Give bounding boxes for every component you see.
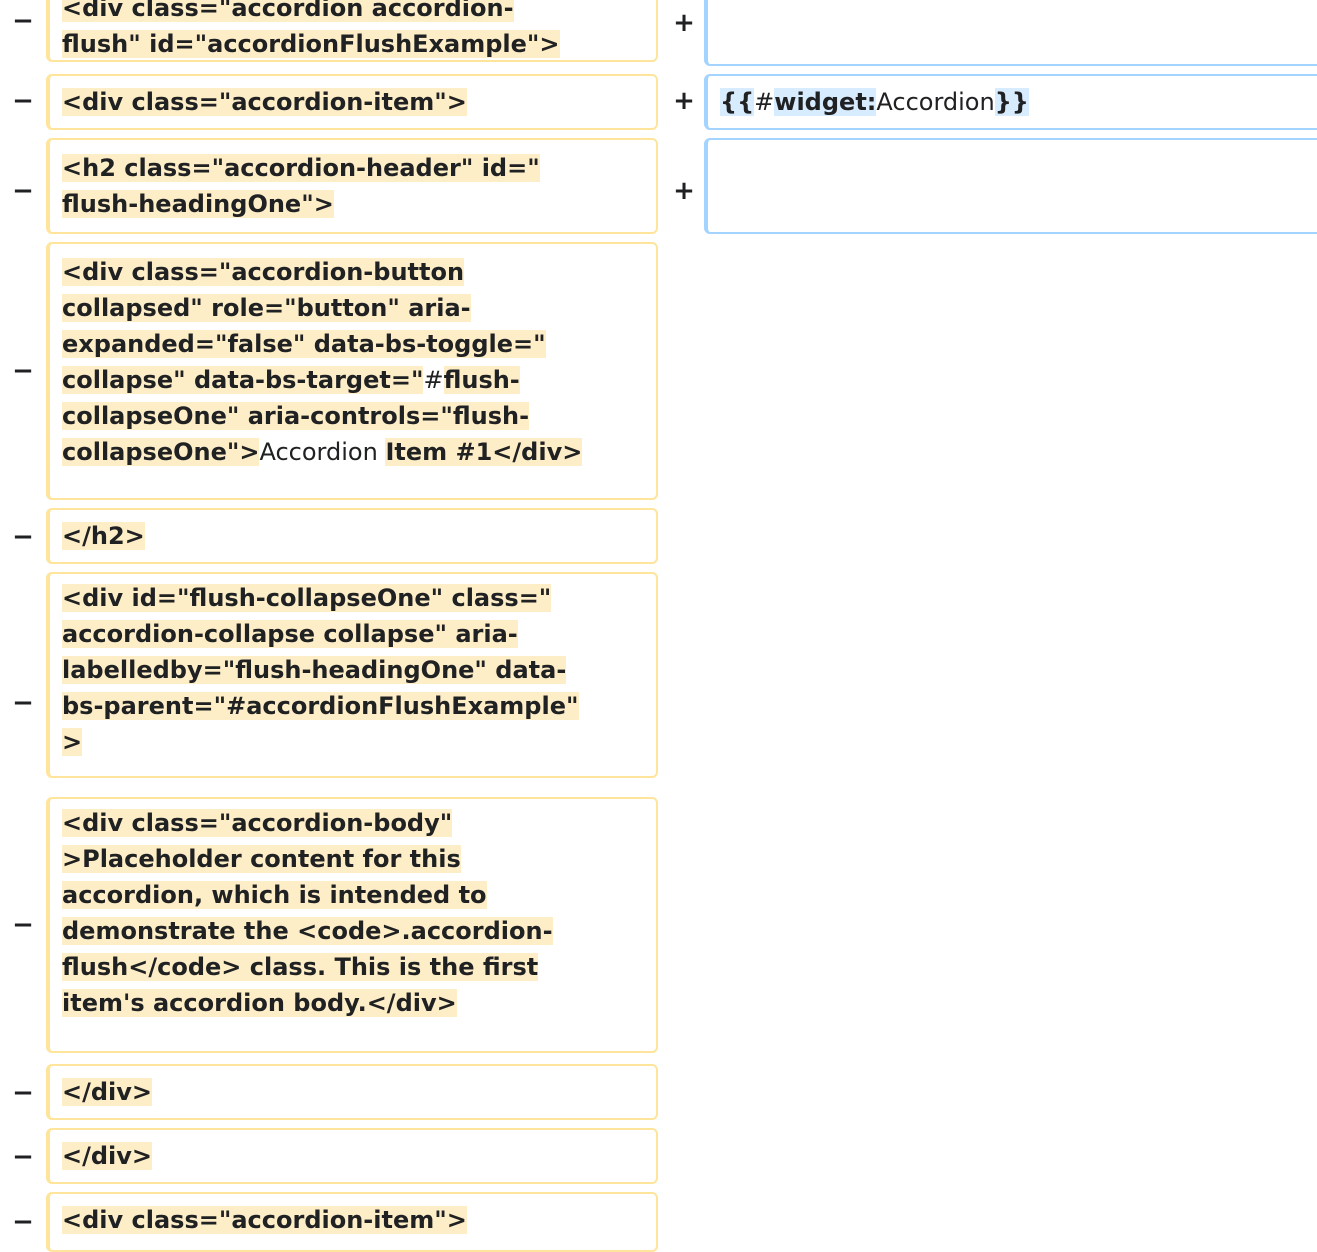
- plus-marker: +: [673, 8, 695, 38]
- line-text: <div class="accordion-button collapsed" …: [62, 254, 656, 470]
- deleted-line-4: <div class="accordion-button collapsed" …: [46, 242, 658, 500]
- line-text: <div class="accordion-body" >Placeholder…: [62, 805, 656, 1021]
- inserted-fragment: widget:: [774, 88, 877, 116]
- deleted-fragment: <div class="accordion accordion- flush" …: [62, 0, 560, 58]
- inserted-line-3: [704, 138, 1317, 234]
- plus-marker: +: [673, 176, 695, 206]
- minus-marker: −: [12, 1078, 34, 1108]
- line-text: <h2 class="accordion-header" id=" flush-…: [62, 150, 656, 222]
- deleted-line-10: <div class="accordion-item">: [46, 1192, 658, 1252]
- minus-marker: −: [12, 176, 34, 206]
- deleted-fragment: Accordion: [259, 438, 386, 466]
- minus-marker: −: [12, 688, 34, 718]
- deleted-fragment: </h2>: [62, 522, 145, 550]
- deleted-line-9: </div>: [46, 1128, 658, 1184]
- inserted-fragment: }}: [994, 88, 1029, 116]
- deleted-fragment: </div>: [62, 1078, 153, 1106]
- minus-marker: −: [12, 356, 34, 386]
- line-text: </div>: [62, 1138, 656, 1174]
- deleted-line-7: <div class="accordion-body" >Placeholder…: [46, 797, 658, 1053]
- deleted-fragment: Item #1</div>: [385, 438, 583, 466]
- minus-marker: −: [12, 86, 34, 116]
- minus-marker: −: [12, 6, 34, 36]
- inserted-fragment: #: [754, 88, 775, 116]
- inserted-fragment: {{: [720, 88, 755, 116]
- line-text: {{#widget:Accordion}}: [720, 84, 1317, 120]
- inserted-line-2: {{#widget:Accordion}}: [704, 74, 1317, 130]
- deleted-fragment: <div class="accordion-item">: [62, 1206, 467, 1234]
- deleted-fragment: <div class="accordion-item">: [62, 88, 467, 116]
- minus-marker: −: [12, 1207, 34, 1237]
- plus-marker: +: [673, 86, 695, 116]
- inserted-line-1: [704, 0, 1317, 66]
- deleted-fragment: #: [423, 366, 444, 394]
- line-text: </h2>: [62, 518, 656, 554]
- deleted-fragment: <div id="flush-collapseOne" class=" acco…: [62, 584, 579, 756]
- deleted-line-3: <h2 class="accordion-header" id=" flush-…: [46, 138, 658, 234]
- deleted-line-2: <div class="accordion-item">: [46, 74, 658, 130]
- inserted-fragment: Accordion: [876, 88, 995, 116]
- deleted-line-5: </h2>: [46, 508, 658, 564]
- deleted-fragment: <h2 class="accordion-header" id=" flush-…: [62, 154, 540, 218]
- minus-marker: −: [12, 1142, 34, 1172]
- line-text: <div class="accordion-item">: [62, 84, 656, 120]
- line-text: <div class="accordion accordion- flush" …: [62, 0, 656, 62]
- line-text: <div id="flush-collapseOne" class=" acco…: [62, 580, 656, 760]
- minus-marker: −: [12, 910, 34, 940]
- line-text: </div>: [62, 1074, 656, 1110]
- deleted-line-6: <div id="flush-collapseOne" class=" acco…: [46, 572, 658, 778]
- deleted-line-1: <div class="accordion accordion- flush" …: [46, 0, 658, 62]
- line-text: <div class="accordion-item">: [62, 1202, 656, 1238]
- deleted-fragment: <div class="accordion-body" >Placeholder…: [62, 809, 553, 1017]
- deleted-fragment: </div>: [62, 1142, 153, 1170]
- deleted-line-8: </div>: [46, 1064, 658, 1120]
- minus-marker: −: [12, 522, 34, 552]
